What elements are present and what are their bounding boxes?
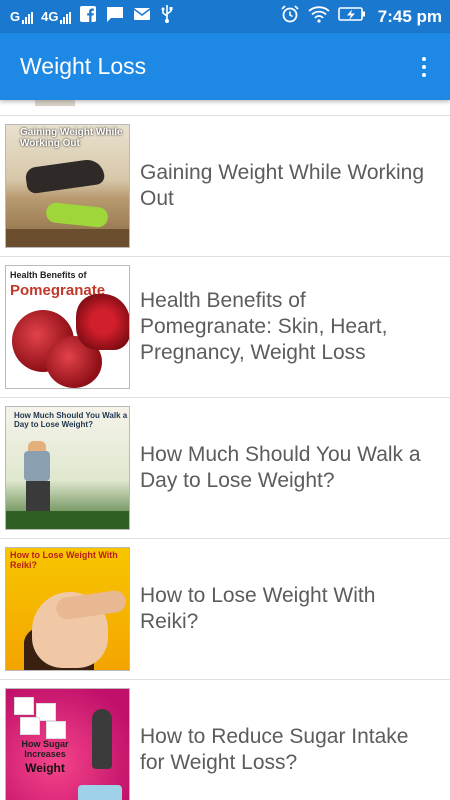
article-thumbnail: How Much Should You Walk a Day to Lose W…: [5, 406, 130, 530]
article-thumbnail: [35, 100, 75, 106]
signal-bars-icon: G: [10, 9, 34, 24]
list-item[interactable]: Gaining Weight While Working Out Gaining…: [0, 116, 450, 257]
status-bar: G 4G 7:45 pm: [0, 0, 450, 33]
usb-icon: [159, 4, 175, 29]
article-list[interactable]: Gaining Weight While Working Out Gaining…: [0, 100, 450, 800]
thumbnail-caption: Health Benefits of: [10, 270, 87, 280]
thumbnail-caption: How Much Should You Walk a Day to Lose W…: [14, 411, 128, 429]
message-icon: [105, 5, 125, 28]
list-item-partial[interactable]: [0, 100, 450, 116]
thumbnail-caption: Gaining Weight While Working Out: [20, 127, 123, 149]
overflow-menu-icon[interactable]: [412, 47, 436, 87]
thumbnail-caption: Weight: [25, 761, 65, 775]
list-item[interactable]: Health Benefits of Pomegranate Health Be…: [0, 257, 450, 398]
list-item[interactable]: How to Lose Weight With Reiki? How to Lo…: [0, 539, 450, 680]
thumbnail-caption: How to Lose Weight With Reiki?: [10, 550, 118, 570]
status-left-icons: G 4G: [10, 4, 175, 29]
status-time: 7:45 pm: [377, 6, 442, 26]
alarm-icon: [280, 4, 300, 29]
thumbnail-caption: How Sugar Increases: [21, 739, 69, 759]
article-thumbnail: Health Benefits of Pomegranate: [5, 265, 130, 389]
article-thumbnail: How to Lose Weight With Reiki?: [5, 547, 130, 671]
signal-bars-4g-icon: 4G: [41, 9, 72, 24]
app-bar: Weight Loss: [0, 33, 450, 100]
list-item[interactable]: How Sugar Increases Weight How to Reduce…: [0, 680, 450, 800]
article-thumbnail: Gaining Weight While Working Out: [5, 124, 130, 248]
status-right-icons: 7:45 pm: [280, 4, 442, 29]
article-title: Gaining Weight While Working Out: [140, 161, 425, 210]
article-title: How Much Should You Walk a Day to Lose W…: [140, 443, 421, 492]
app-title: Weight Loss: [20, 53, 147, 79]
wifi-icon: [308, 5, 330, 28]
article-thumbnail: How Sugar Increases Weight: [5, 688, 130, 800]
list-item[interactable]: How Much Should You Walk a Day to Lose W…: [0, 398, 450, 539]
mail-icon: [133, 6, 151, 27]
article-title: Health Benefits of Pomegranate: Skin, He…: [140, 289, 388, 364]
article-title: How to Reduce Sugar Intake for Weight Lo…: [140, 725, 409, 774]
facebook-icon: [79, 5, 97, 28]
battery-charging-icon: [337, 6, 366, 27]
article-title: How to Lose Weight With Reiki?: [140, 584, 376, 633]
